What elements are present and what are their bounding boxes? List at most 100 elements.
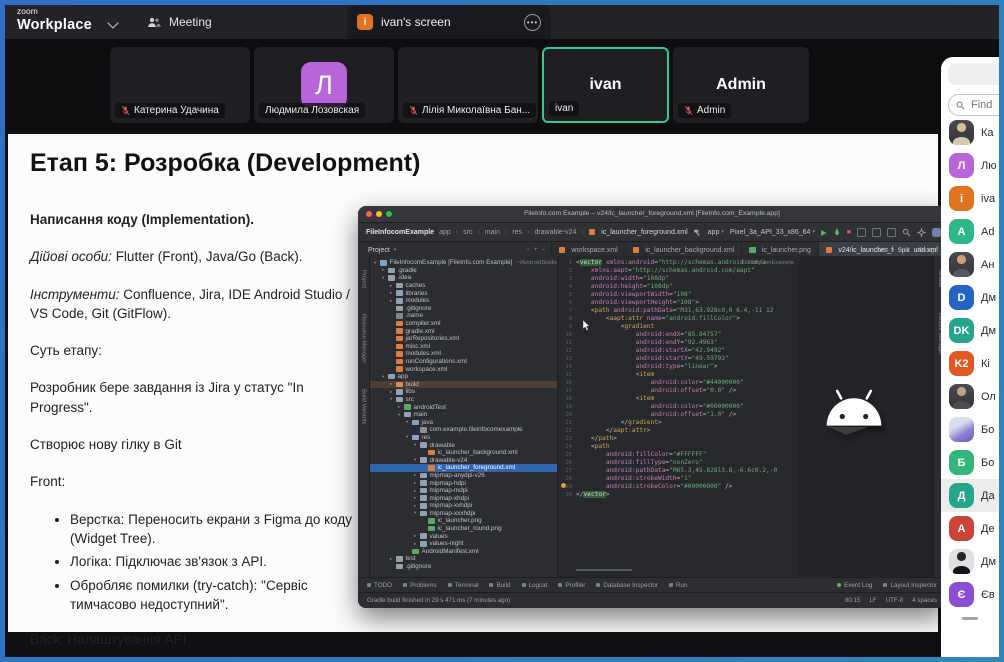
- tree-row[interactable]: .gitignore: [370, 305, 557, 313]
- view-toggle-option[interactable]: Design: [919, 247, 938, 254]
- user-avatar[interactable]: [932, 228, 941, 237]
- tool-window-button[interactable]: Project: [361, 270, 367, 288]
- tree-row[interactable]: ▸ build: [370, 381, 557, 389]
- collapse-icon[interactable]: −: [541, 247, 545, 253]
- find-participant-input[interactable]: [969, 98, 999, 112]
- participant-row[interactable]: Ан: [941, 248, 999, 281]
- tree-row[interactable]: ▾ java: [370, 418, 557, 426]
- breadcrumb-segment[interactable]: src: [463, 229, 472, 236]
- tree-row[interactable]: ▾ src: [370, 396, 557, 404]
- view-toggle-option[interactable]: Split: [894, 245, 914, 255]
- more-options-icon[interactable]: •••: [524, 14, 541, 31]
- tree-row[interactable]: ▸ values: [370, 532, 557, 540]
- tree-row[interactable]: misc.xml: [370, 343, 557, 351]
- stop-icon[interactable]: ■: [847, 229, 851, 236]
- participant-row[interactable]: Бо: [941, 413, 999, 446]
- participant-row[interactable]: Дм: [941, 545, 999, 578]
- run-button[interactable]: ▶: [821, 228, 827, 237]
- minimize-icon[interactable]: [376, 211, 382, 217]
- tree-row[interactable]: gradle.xml: [370, 327, 557, 335]
- tree-row[interactable]: ▸ mipmap-anydpi-v26: [370, 472, 557, 480]
- tool-window-button[interactable]: Build Variants: [361, 389, 367, 424]
- tool-window-button[interactable]: Problems: [403, 582, 437, 589]
- tree-row[interactable]: ▸ androidTest: [370, 403, 557, 411]
- status-widget[interactable]: 80:15: [845, 597, 860, 604]
- tool-window-button[interactable]: Terminal: [448, 582, 479, 589]
- tree-row[interactable]: ▸ libraries: [370, 289, 557, 297]
- tool-icon[interactable]: [857, 228, 866, 237]
- tree-row[interactable]: ▸ libs: [370, 388, 557, 396]
- hammer-icon[interactable]: [693, 228, 702, 237]
- tree-row[interactable]: ▾ main: [370, 411, 557, 419]
- intention-bulb-icon[interactable]: [561, 483, 566, 488]
- find-participant-search[interactable]: [948, 94, 999, 116]
- participant-row[interactable]: K2 Кі: [941, 347, 999, 380]
- video-tile[interactable]: Лілія Миколаївна Бан...: [398, 47, 538, 123]
- participant-row[interactable]: Л Лю: [941, 149, 999, 182]
- tree-row[interactable]: modules.xml: [370, 350, 557, 358]
- tree-row[interactable]: compiler.xml: [370, 320, 557, 328]
- tool-window-button[interactable]: Layout Inspector: [883, 582, 937, 589]
- breadcrumb-segment[interactable]: res: [512, 229, 522, 236]
- tool-window-button[interactable]: Profiler: [558, 582, 585, 589]
- participant-row[interactable]: Б Бо: [941, 446, 999, 479]
- video-tile[interactable]: ivan ivan: [542, 47, 669, 123]
- code-editor[interactable]: 1 <vector xmlns:android="http://schemas.…: [558, 256, 799, 578]
- participant-row[interactable]: DK Дм: [941, 314, 999, 347]
- participant-row[interactable]: D Дм: [941, 281, 999, 314]
- video-tile[interactable]: Admin Admin: [673, 47, 809, 123]
- breadcrumb-segment[interactable]: main: [485, 229, 500, 236]
- tree-row[interactable]: AndroidManifest.xml: [370, 548, 557, 556]
- tree-row[interactable]: ▸ test: [370, 555, 557, 563]
- project-name[interactable]: FileInfocomExample: [366, 229, 434, 236]
- tree-row[interactable]: ic_launcher_round.png: [370, 525, 557, 533]
- participant-row[interactable]: Д Да: [941, 479, 999, 512]
- tool-window-button[interactable]: Logcat: [522, 582, 548, 589]
- video-tile[interactable]: Л Людмила Лозовская: [254, 47, 394, 123]
- tree-row[interactable]: ▸ mipmap-xhdpi: [370, 494, 557, 502]
- breadcrumb-segment[interactable]: app: [439, 229, 451, 236]
- tree-row[interactable]: ▸ modules: [370, 297, 557, 305]
- window-controls[interactable]: [366, 211, 392, 217]
- chevron-down-icon[interactable]: [107, 17, 118, 28]
- maximize-icon[interactable]: [386, 211, 392, 217]
- tool-window-button[interactable]: Database Inspector: [596, 582, 658, 589]
- tool-window-button[interactable]: Resource Manager: [361, 314, 367, 363]
- tree-row[interactable]: ▸ caches: [370, 282, 557, 290]
- tool-icon[interactable]: [887, 228, 896, 237]
- view-toggle-option[interactable]: Code: [874, 247, 889, 254]
- status-widget[interactable]: LF: [869, 597, 876, 604]
- breadcrumb-segment[interactable]: drawable-v24: [534, 229, 576, 236]
- tree-row[interactable]: workspace.xml: [370, 365, 557, 373]
- search-icon[interactable]: [902, 228, 911, 237]
- participant-row[interactable]: A Ad: [941, 215, 999, 248]
- participant-row[interactable]: i iva: [941, 182, 999, 215]
- participant-row[interactable]: А Де: [941, 512, 999, 545]
- tree-row[interactable]: runConfigurations.xml: [370, 358, 557, 366]
- tree-row[interactable]: ▸ values-night: [370, 540, 557, 548]
- tree-row[interactable]: ▾ res: [370, 434, 557, 442]
- horizontal-scrollbar[interactable]: [576, 569, 632, 571]
- tool-window-button[interactable]: Event Log: [837, 582, 872, 589]
- tool-window-button[interactable]: Build: [489, 582, 510, 589]
- device-select[interactable]: Pixel_3a_API_33_x86_64▾: [730, 229, 815, 236]
- participant-row[interactable]: Є Єв: [941, 578, 999, 611]
- current-file-chip[interactable]: ic_launcher_foreground.xml: [589, 229, 688, 236]
- tree-row[interactable]: .name: [370, 312, 557, 320]
- tool-window-button[interactable]: Run: [669, 582, 688, 589]
- participant-row[interactable]: Ол: [941, 380, 999, 413]
- tree-row[interactable]: jarRepositories.xml: [370, 335, 557, 343]
- expand-icon[interactable]: +: [534, 247, 538, 253]
- tree-row[interactable]: ▾ .idea: [370, 274, 557, 282]
- close-icon[interactable]: [366, 211, 372, 217]
- tree-row[interactable]: ic_launcher.png: [370, 517, 557, 525]
- tree-row[interactable]: ▾ FileInfocomExample [FileInfo.com Examp…: [370, 259, 557, 267]
- tab-ivans-screen[interactable]: i ivan's screen •••: [347, 5, 551, 39]
- tree-row[interactable]: ▾ drawable: [370, 441, 557, 449]
- tree-row[interactable]: ▸ mipmap-hdpi: [370, 479, 557, 487]
- tree-row[interactable]: ic_launcher_foreground.xml: [370, 464, 557, 472]
- participant-row[interactable]: Ка: [941, 116, 999, 149]
- tree-row[interactable]: ▾ drawable-v24: [370, 456, 557, 464]
- tree-row[interactable]: .gitignore: [370, 563, 557, 571]
- tree-row[interactable]: ▾ app: [370, 373, 557, 381]
